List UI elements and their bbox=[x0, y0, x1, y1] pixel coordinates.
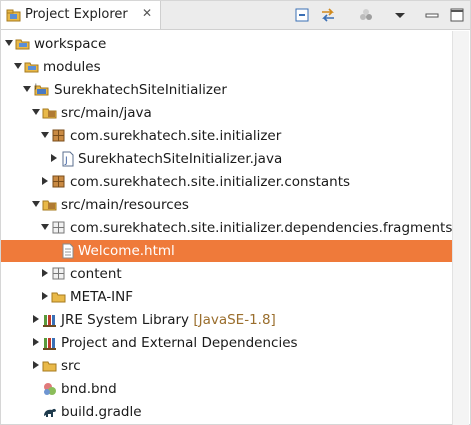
tree-item-package-initializer[interactable]: com.surekhatech.site.initializer bbox=[1, 125, 453, 147]
collapsed-arrow-icon[interactable] bbox=[31, 337, 41, 347]
tree-item-jre-library[interactable]: JRE System Library [JavaSE-1.8] bbox=[1, 309, 453, 331]
bnd-file-icon bbox=[44, 383, 56, 395]
source-folder-icon bbox=[42, 200, 57, 211]
empty-package-icon bbox=[52, 267, 65, 280]
tree-item-build-gradle[interactable]: build.gradle bbox=[1, 401, 453, 423]
tree-item-label: META-INF bbox=[70, 289, 134, 305]
tree-item-java-file[interactable]: J SurekhatechSiteInitializer.java bbox=[1, 148, 453, 170]
library-icon bbox=[43, 315, 56, 327]
collapsed-arrow-icon[interactable] bbox=[49, 153, 59, 163]
collapsed-arrow-icon[interactable] bbox=[31, 360, 41, 370]
tree-item-label: src/main/resources bbox=[61, 197, 189, 213]
vertical-scrollbar[interactable] bbox=[452, 31, 469, 425]
tree-item-label: bnd.bnd bbox=[61, 381, 117, 397]
collapsed-arrow-icon[interactable] bbox=[40, 176, 50, 186]
open-folder-icon bbox=[24, 62, 39, 73]
collapse-all-icon[interactable] bbox=[293, 6, 311, 24]
tree-item-project[interactable]: J SurekhatechSiteInitializer bbox=[1, 79, 453, 101]
view-tab-bar: Project Explorer ✕ bbox=[1, 1, 470, 30]
tree-item-label: Project and External Dependencies bbox=[61, 335, 298, 351]
tree-item-meta-inf[interactable]: META-INF bbox=[1, 286, 453, 308]
expanded-arrow-icon[interactable] bbox=[31, 107, 41, 117]
folder-icon bbox=[51, 292, 66, 303]
tree-item-modules[interactable]: modules bbox=[1, 56, 453, 78]
gradle-project-icon: J bbox=[34, 83, 49, 96]
collapsed-arrow-icon[interactable] bbox=[40, 268, 50, 278]
tree-item-label: content bbox=[70, 266, 122, 282]
link-with-editor-icon[interactable] bbox=[319, 6, 337, 24]
tree-item-label: src bbox=[61, 358, 81, 374]
library-icon bbox=[43, 338, 56, 350]
folder-icon bbox=[42, 361, 57, 372]
tree-item-welcome-html[interactable]: Welcome.html bbox=[1, 240, 453, 262]
tree-item-package-constants[interactable]: com.surekhatech.site.initializer.constan… bbox=[1, 171, 453, 193]
minimize-icon[interactable] bbox=[423, 6, 441, 24]
project-explorer-icon bbox=[6, 9, 21, 22]
expanded-arrow-icon[interactable] bbox=[13, 61, 23, 71]
expanded-arrow-icon[interactable] bbox=[40, 222, 50, 232]
tree-item-label: com.surekhatech.site.initializer bbox=[70, 128, 282, 144]
open-folder-icon bbox=[15, 39, 30, 50]
package-icon bbox=[52, 129, 65, 142]
collapsed-arrow-icon[interactable] bbox=[31, 314, 41, 324]
project-explorer-view: Project Explorer ✕ workspace modules J S… bbox=[0, 0, 471, 425]
expanded-arrow-icon[interactable] bbox=[22, 84, 32, 94]
jre-label: JRE System Library bbox=[61, 312, 190, 328]
tree-item-label: src/main/java bbox=[61, 105, 152, 121]
tree-item-label: Welcome.html bbox=[78, 243, 175, 259]
tree-item-package-fragments[interactable]: com.surekhatech.site.initializer.depende… bbox=[1, 217, 453, 239]
focus-icon[interactable] bbox=[357, 6, 375, 24]
view-menu-icon[interactable] bbox=[391, 6, 409, 24]
close-icon[interactable]: ✕ bbox=[140, 6, 154, 20]
tree-item-label: SurekhatechSiteInitializer bbox=[54, 82, 227, 98]
tree-item-label: com.surekhatech.site.initializer.depende… bbox=[70, 220, 453, 236]
tree-item-content[interactable]: content bbox=[1, 263, 453, 285]
tree-item-label: com.surekhatech.site.initializer.constan… bbox=[70, 174, 351, 190]
tree-item-bnd-file[interactable]: bnd.bnd bbox=[1, 378, 453, 400]
tree-item-label: build.gradle bbox=[61, 404, 142, 420]
collapsed-arrow-icon[interactable] bbox=[40, 291, 50, 301]
project-tree: workspace modules J SurekhatechSiteIniti… bbox=[1, 31, 453, 425]
expanded-arrow-icon[interactable] bbox=[40, 130, 50, 140]
tree-item-project-dependencies[interactable]: Project and External Dependencies bbox=[1, 332, 453, 354]
svg-text:J: J bbox=[34, 83, 37, 90]
tree-item-src-main-resources[interactable]: src/main/resources bbox=[1, 194, 453, 216]
tree-item-label: modules bbox=[43, 59, 101, 75]
svg-text:J: J bbox=[64, 156, 68, 166]
java-file-icon: J bbox=[62, 151, 74, 167]
empty-package-icon bbox=[52, 221, 65, 234]
source-folder-icon bbox=[42, 108, 57, 119]
tree-item-label: SurekhatechSiteInitializer.java bbox=[78, 151, 283, 167]
tab-project-explorer[interactable]: Project Explorer ✕ bbox=[1, 1, 161, 29]
maximize-icon[interactable] bbox=[448, 6, 466, 24]
tree-item-workspace[interactable]: workspace bbox=[1, 33, 453, 55]
html-file-icon bbox=[62, 243, 74, 259]
tree-item-src[interactable]: src bbox=[1, 355, 453, 377]
tree-item-label: JRE System Library [JavaSE-1.8] bbox=[61, 312, 276, 328]
package-icon bbox=[52, 175, 65, 188]
jre-decoration: [JavaSE-1.8] bbox=[193, 312, 276, 328]
tab-title: Project Explorer bbox=[25, 7, 128, 22]
expanded-arrow-icon[interactable] bbox=[4, 38, 14, 48]
tree-item-label: workspace bbox=[34, 36, 107, 52]
tree-item-src-main-java[interactable]: src/main/java bbox=[1, 102, 453, 124]
expanded-arrow-icon[interactable] bbox=[31, 199, 41, 209]
gradle-icon bbox=[44, 408, 56, 417]
